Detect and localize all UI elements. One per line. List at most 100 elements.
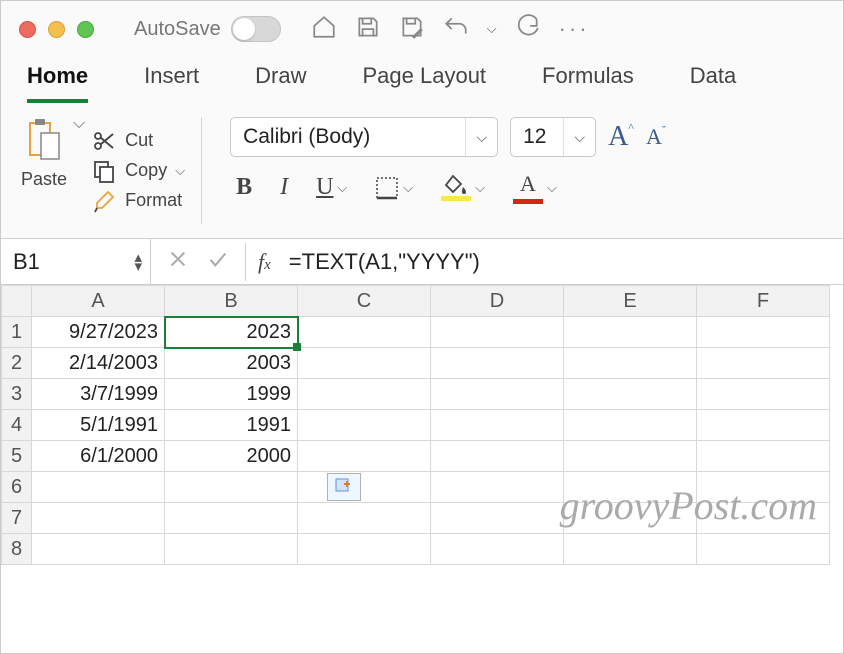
cell-B7[interactable]: [165, 503, 298, 534]
col-header-B[interactable]: B: [165, 286, 298, 317]
cell-E3[interactable]: [564, 379, 697, 410]
font-size-dropdown[interactable]: 12 ⌵: [510, 117, 596, 157]
fx-icon[interactable]: fx: [245, 243, 283, 281]
cell-C8[interactable]: [298, 534, 431, 565]
autosave-toggle[interactable]: [231, 16, 281, 42]
cell-D6[interactable]: [431, 472, 564, 503]
underline-button[interactable]: U⌵: [316, 174, 347, 201]
increase-font-icon[interactable]: A^: [608, 121, 634, 153]
cancel-formula-icon[interactable]: [167, 248, 189, 275]
cell-D2[interactable]: [431, 348, 564, 379]
cell-C2[interactable]: [298, 348, 431, 379]
cell-C4[interactable]: [298, 410, 431, 441]
close-window-icon[interactable]: [19, 21, 36, 38]
italic-button[interactable]: I: [280, 174, 288, 201]
cell-D5[interactable]: [431, 441, 564, 472]
cell-A7[interactable]: [32, 503, 165, 534]
row-header-4[interactable]: 4: [2, 410, 32, 441]
cell-D7[interactable]: [431, 503, 564, 534]
fill-color-button[interactable]: ⌵: [441, 174, 485, 201]
name-box-stepper[interactable]: ▴▾: [134, 253, 142, 271]
col-header-C[interactable]: C: [298, 286, 431, 317]
cell-B6[interactable]: [165, 472, 298, 503]
font-name-dropdown[interactable]: Calibri (Body) ⌵: [230, 117, 498, 157]
cell-F8[interactable]: [697, 534, 830, 565]
cell-A2[interactable]: 2/14/2003: [32, 348, 165, 379]
tab-home[interactable]: Home: [27, 63, 88, 103]
tab-insert[interactable]: Insert: [144, 63, 199, 103]
enter-formula-icon[interactable]: [207, 248, 229, 275]
copy-menu-chevron-icon[interactable]: ⌵: [175, 163, 185, 179]
paste-button[interactable]: Paste: [15, 113, 73, 228]
cell-B4[interactable]: 1991: [165, 410, 298, 441]
decrease-font-icon[interactable]: Aˇ: [646, 124, 666, 150]
col-header-D[interactable]: D: [431, 286, 564, 317]
select-all-corner[interactable]: [2, 286, 32, 317]
minimize-window-icon[interactable]: [48, 21, 65, 38]
cell-A4[interactable]: 5/1/1991: [32, 410, 165, 441]
cell-B3[interactable]: 1999: [165, 379, 298, 410]
more-icon[interactable]: ···: [559, 16, 590, 42]
redo-icon[interactable]: [515, 14, 541, 45]
cell-E4[interactable]: [564, 410, 697, 441]
borders-button[interactable]: ⌵: [375, 176, 413, 200]
format-painter-button[interactable]: Format: [91, 189, 185, 213]
cell-B1[interactable]: 2023: [165, 317, 298, 348]
cut-button[interactable]: Cut: [91, 129, 185, 153]
cell-F1[interactable]: [697, 317, 830, 348]
cell-F5[interactable]: [697, 441, 830, 472]
cell-B2[interactable]: 2003: [165, 348, 298, 379]
cell-C3[interactable]: [298, 379, 431, 410]
cell-A8[interactable]: [32, 534, 165, 565]
col-header-F[interactable]: F: [697, 286, 830, 317]
zoom-window-icon[interactable]: [77, 21, 94, 38]
cell-E2[interactable]: [564, 348, 697, 379]
home-icon[interactable]: [311, 14, 337, 45]
cell-C6[interactable]: [298, 472, 431, 503]
row-header-1[interactable]: 1: [2, 317, 32, 348]
col-header-A[interactable]: A: [32, 286, 165, 317]
cell-E8[interactable]: [564, 534, 697, 565]
cell-F2[interactable]: [697, 348, 830, 379]
cell-D4[interactable]: [431, 410, 564, 441]
save-edit-icon[interactable]: [399, 14, 425, 45]
cell-B8[interactable]: [165, 534, 298, 565]
cell-F4[interactable]: [697, 410, 830, 441]
paste-menu-chevron-icon[interactable]: ⌵: [73, 113, 85, 228]
cell-D8[interactable]: [431, 534, 564, 565]
undo-menu-chevron-icon[interactable]: ⌵: [487, 21, 497, 37]
cell-A5[interactable]: 6/1/2000: [32, 441, 165, 472]
autosave-control[interactable]: AutoSave: [134, 16, 281, 42]
row-header-6[interactable]: 6: [2, 472, 32, 503]
row-header-7[interactable]: 7: [2, 503, 32, 534]
cell-F3[interactable]: [697, 379, 830, 410]
font-color-button[interactable]: A ⌵: [513, 171, 557, 204]
name-box[interactable]: B1 ▴▾: [1, 239, 151, 284]
save-icon[interactable]: [355, 14, 381, 45]
cell-A6[interactable]: [32, 472, 165, 503]
autofill-options-icon[interactable]: [327, 473, 361, 501]
cell-E5[interactable]: [564, 441, 697, 472]
formula-input[interactable]: =TEXT(A1,"YYYY"): [283, 249, 843, 275]
cell-E1[interactable]: [564, 317, 697, 348]
cell-D1[interactable]: [431, 317, 564, 348]
cell-A3[interactable]: 3/7/1999: [32, 379, 165, 410]
tab-data[interactable]: Data: [690, 63, 736, 103]
cell-C5[interactable]: [298, 441, 431, 472]
copy-button[interactable]: Copy ⌵: [91, 159, 185, 183]
undo-icon[interactable]: [443, 14, 469, 45]
tab-page-layout[interactable]: Page Layout: [363, 63, 487, 103]
bold-button[interactable]: B: [236, 174, 252, 201]
row-header-3[interactable]: 3: [2, 379, 32, 410]
tab-draw[interactable]: Draw: [255, 63, 306, 103]
cell-D3[interactable]: [431, 379, 564, 410]
cell-C7[interactable]: [298, 503, 431, 534]
cell-A1[interactable]: 9/27/2023: [32, 317, 165, 348]
cell-C1[interactable]: [298, 317, 431, 348]
tab-formulas[interactable]: Formulas: [542, 63, 634, 103]
row-header-8[interactable]: 8: [2, 534, 32, 565]
cell-B5[interactable]: 2000: [165, 441, 298, 472]
col-header-E[interactable]: E: [564, 286, 697, 317]
row-header-2[interactable]: 2: [2, 348, 32, 379]
row-header-5[interactable]: 5: [2, 441, 32, 472]
